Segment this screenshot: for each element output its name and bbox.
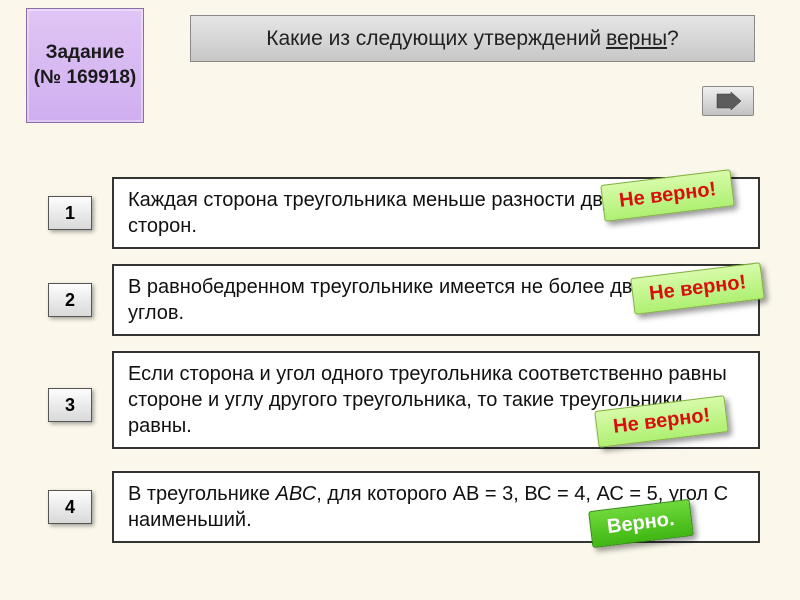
task-label: Задание — [46, 41, 125, 66]
next-button[interactable] — [702, 86, 754, 116]
answer-button-2[interactable]: 2 — [48, 283, 92, 317]
s4-italic: АВС — [276, 483, 317, 505]
next-arrow-icon — [715, 92, 741, 110]
answer-number: 4 — [65, 497, 75, 518]
answer-number: 1 — [65, 203, 75, 224]
answer-number: 2 — [65, 290, 75, 311]
question-prefix: Какие из следующих утверждений — [266, 27, 601, 51]
answer-number: 3 — [65, 395, 75, 416]
answer-button-1[interactable]: 1 — [48, 196, 92, 230]
question-emphasis: верны — [606, 27, 667, 51]
answer-button-3[interactable]: 3 — [48, 388, 92, 422]
task-badge: Задание (№ 169918) — [26, 8, 144, 123]
question-suffix: ? — [667, 27, 679, 51]
task-number: (№ 169918) — [34, 66, 137, 91]
answer-button-4[interactable]: 4 — [48, 490, 92, 524]
question-bar: Какие из следующих утверждений верны ? — [190, 15, 755, 62]
s4-pre: В треугольнике — [128, 483, 276, 505]
